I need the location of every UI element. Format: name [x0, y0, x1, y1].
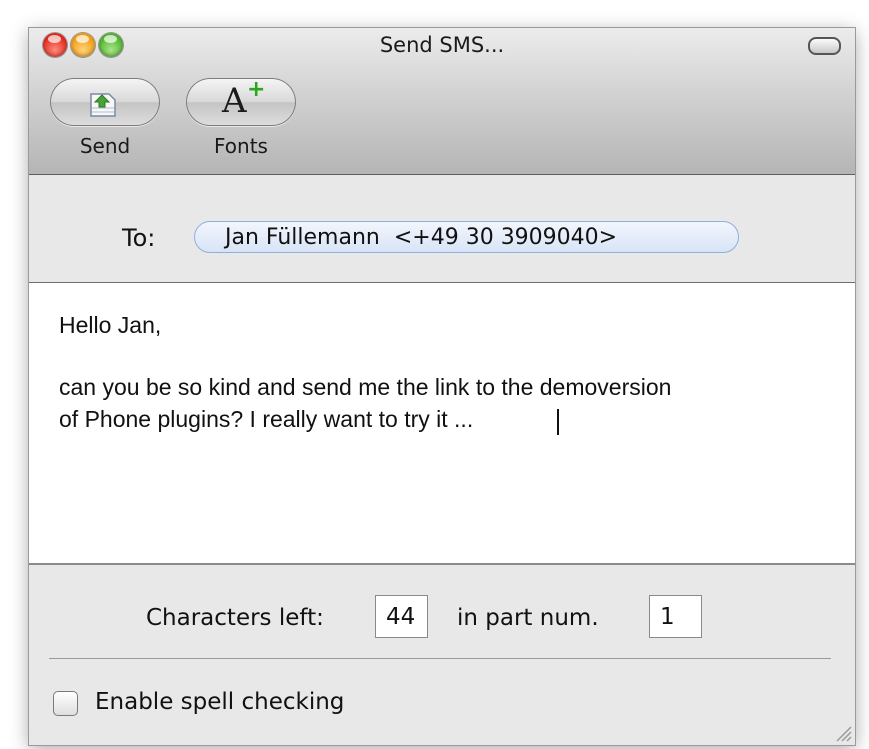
send-icon — [90, 93, 116, 117]
message-line: Hello Jan, — [59, 312, 162, 338]
send-sms-window: Send SMS... Send A + Fonts To: Jan Fülle — [29, 28, 855, 745]
send-button[interactable] — [50, 78, 160, 126]
recipient-row: To: Jan Füllemann <+49 30 3909040> — [29, 175, 855, 283]
divider — [49, 658, 831, 659]
message-line: of Phone plugins? I really want to try i… — [59, 406, 474, 432]
resize-grip-icon[interactable] — [832, 722, 852, 742]
fonts-toolbar-item[interactable]: A + Fonts — [186, 77, 296, 158]
text-caret — [557, 409, 559, 435]
window-title: Send SMS... — [379, 33, 505, 57]
plus-icon: + — [247, 77, 266, 102]
characters-left-label: Characters left: — [146, 605, 324, 631]
send-label: Send — [79, 134, 131, 158]
fonts-icon: A — [222, 81, 247, 121]
fonts-button[interactable]: A + — [186, 77, 296, 126]
message-line: can you be so kind and send me the link … — [59, 374, 672, 400]
send-toolbar-item[interactable]: Send — [50, 78, 160, 158]
message-text-area[interactable]: Hello Jan, can you be so kind and send m… — [29, 283, 855, 565]
part-number-field: 1 — [649, 595, 702, 638]
to-label: To: — [122, 224, 156, 252]
spell-check-label[interactable]: Enable spell checking — [95, 689, 344, 715]
fonts-label: Fonts — [214, 134, 268, 158]
characters-left-field: 44 — [375, 595, 428, 638]
spell-check-checkbox[interactable] — [53, 691, 78, 716]
part-number-label: in part num. — [457, 605, 599, 631]
toolbar-toggle-button[interactable] — [808, 37, 841, 55]
footer-panel: Characters left: 44 in part num. 1 Enabl… — [29, 565, 855, 745]
recipient-token[interactable]: Jan Füllemann <+49 30 3909040> — [194, 221, 739, 253]
toolbar: Send SMS... Send A + Fonts — [29, 28, 855, 175]
